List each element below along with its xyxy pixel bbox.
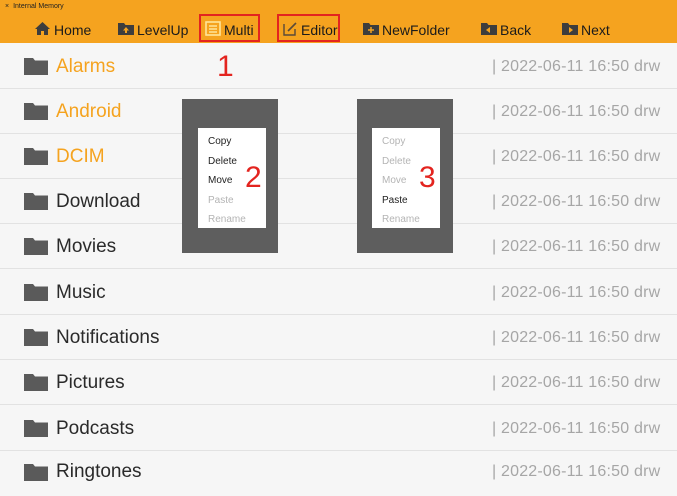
file-row[interactable]: Movies | 2022-06-11 16:50 drw: [0, 224, 677, 269]
back-icon: [481, 22, 497, 38]
menu-item-rename: Rename: [382, 214, 420, 225]
file-meta: | 2022-06-11 16:50 drw: [492, 238, 661, 255]
file-row[interactable]: Podcasts | 2022-06-11 16:50 drw: [0, 406, 677, 451]
home-icon: [34, 21, 51, 39]
back-label: Back: [500, 22, 532, 38]
editor-highlight-box: [277, 14, 340, 42]
file-name: DCIM: [56, 146, 105, 167]
multi-highlight-box: [199, 14, 260, 42]
menu-item-rename: Rename: [208, 214, 246, 225]
back-button[interactable]: Back: [481, 19, 531, 41]
newfolder-label: NewFolder: [382, 22, 450, 38]
annotation-step-3: 3: [419, 161, 436, 194]
file-meta: | 2022-06-11 16:50 drw: [492, 329, 661, 346]
menu-item-copy[interactable]: Copy: [198, 132, 266, 152]
file-row[interactable]: DCIM | 2022-06-11 16:50 drw: [0, 134, 677, 179]
file-name: Music: [56, 282, 106, 303]
file-name: Download: [56, 191, 141, 212]
file-name: Podcasts: [56, 418, 135, 439]
file-name: Pictures: [56, 372, 125, 393]
folder-icon: [24, 238, 48, 255]
toolbar: × Internal Memory Home LevelUp Multi Edit…: [0, 0, 677, 43]
file-name: Ringtones: [56, 461, 142, 482]
newfolder-button[interactable]: NewFolder: [363, 19, 450, 41]
folder-icon: [24, 193, 48, 210]
file-row[interactable]: Ringtones | 2022-06-11 16:50 drw: [0, 451, 677, 496]
folder-icon: [24, 329, 48, 346]
new-folder-icon: [363, 22, 379, 38]
file-row[interactable]: Pictures | 2022-06-11 16:50 drw: [0, 360, 677, 405]
file-meta: | 2022-06-11 16:50 drw: [492, 374, 661, 391]
file-row[interactable]: Notifications | 2022-06-11 16:50 drw: [0, 315, 677, 360]
file-meta: | 2022-06-11 16:50 drw: [492, 103, 661, 120]
file-meta: | 2022-06-11 16:50 drw: [492, 148, 661, 165]
levelup-button[interactable]: LevelUp: [118, 19, 188, 41]
file-name: Alarms: [56, 56, 116, 77]
file-meta: | 2022-06-11 16:50 drw: [492, 420, 661, 437]
next-icon: [562, 22, 578, 38]
menu-item-copy: Copy: [382, 136, 406, 147]
home-label: Home: [54, 22, 92, 38]
folder-up-icon: [118, 22, 134, 38]
file-row[interactable]: Download | 2022-06-11 16:50 drw: [0, 179, 677, 224]
file-row[interactable]: Music | 2022-06-11 16:50 drw: [0, 270, 677, 315]
levelup-label: LevelUp: [137, 22, 189, 38]
file-meta: | 2022-06-11 16:50 drw: [492, 58, 661, 75]
folder-icon: [24, 420, 48, 437]
folder-icon: [24, 148, 48, 165]
file-row[interactable]: Alarms | 2022-06-11 16:50 drw: [0, 44, 677, 89]
folder-icon: [24, 374, 48, 391]
file-name: Movies: [56, 236, 117, 257]
file-meta: | 2022-06-11 16:50 drw: [492, 193, 661, 210]
next-label: Next: [581, 22, 610, 38]
folder-icon: [24, 464, 48, 481]
file-row[interactable]: Android | 2022-06-11 16:50 drw: [0, 89, 677, 134]
annotation-step-2: 2: [245, 161, 262, 194]
window-title: Internal Memory: [13, 3, 64, 10]
annotation-step-1: 1: [217, 50, 234, 83]
window-title-bar: × Internal Memory: [5, 3, 64, 11]
folder-icon: [24, 284, 48, 301]
folder-icon: [24, 58, 48, 75]
file-name: Notifications: [56, 327, 160, 348]
file-meta: | 2022-06-11 16:50 drw: [492, 284, 661, 301]
file-name: Android: [56, 101, 122, 122]
folder-icon: [24, 103, 48, 120]
file-meta: | 2022-06-11 16:50 drw: [492, 463, 661, 480]
home-button[interactable]: Home: [34, 19, 91, 41]
close-icon[interactable]: ×: [5, 3, 9, 10]
next-button[interactable]: Next: [562, 19, 610, 41]
